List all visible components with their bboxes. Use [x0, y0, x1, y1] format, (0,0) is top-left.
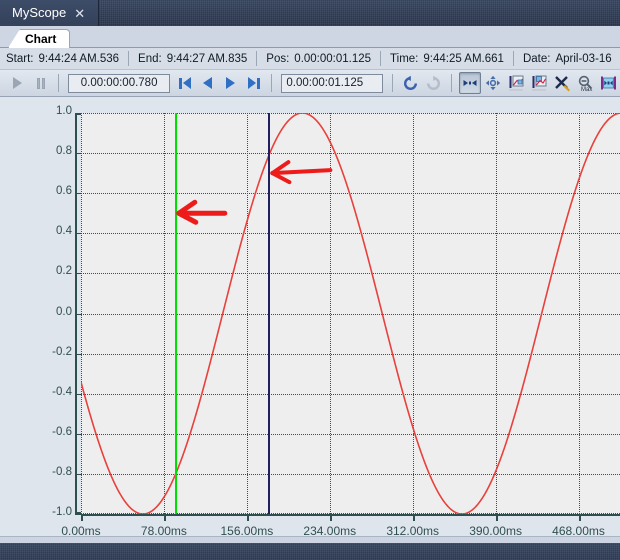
- x-tick: [495, 514, 498, 521]
- status-divider: [256, 51, 258, 66]
- tab-chart[interactable]: Chart: [8, 29, 71, 48]
- status-pos-label: Pos:: [266, 52, 290, 65]
- status-pos-value: 0.00:00:01.125: [294, 52, 372, 65]
- redo-button[interactable]: [423, 72, 444, 94]
- zoom-max-button[interactable]: Max: [575, 72, 596, 94]
- y-tick-label: -0.6: [52, 425, 72, 438]
- pan-all-directions-icon: [485, 75, 501, 91]
- status-time-label: Time:: [390, 52, 419, 65]
- skip-to-end-button[interactable]: [243, 72, 264, 94]
- status-pos: Pos: 0.00:00:01.125: [266, 53, 371, 65]
- pause-button[interactable]: [30, 72, 51, 94]
- skip-to-start-icon: [178, 77, 191, 89]
- undo-button[interactable]: [400, 72, 421, 94]
- y-tick-label: -0.4: [52, 385, 72, 398]
- toolbar-divider: [451, 74, 453, 92]
- status-start-label: Start:: [6, 52, 34, 65]
- step-forward-button[interactable]: [220, 72, 241, 94]
- toolbar-divider: [271, 74, 273, 92]
- window-tab-label: MyScope: [12, 5, 67, 20]
- y-tick-label: 0.4: [56, 225, 72, 238]
- undo-icon: [404, 75, 418, 90]
- close-icon[interactable]: ✕: [73, 7, 86, 20]
- signal-path: [81, 113, 620, 514]
- play-button[interactable]: [7, 72, 28, 94]
- left-cursor[interactable]: [174, 113, 177, 514]
- x-tick: [412, 514, 415, 521]
- zoom-to-right-cursor-button[interactable]: [529, 72, 550, 94]
- toolbar-divider: [58, 74, 60, 92]
- plot-area[interactable]: [81, 113, 620, 514]
- y-tick-label: 0.6: [56, 185, 72, 198]
- clear-cursors-icon: [554, 75, 570, 91]
- tab-strip: Chart: [0, 26, 620, 48]
- x-tick: [578, 514, 581, 521]
- y-tick-label: -1.0: [52, 506, 72, 518]
- zoom-to-right-cursor-icon: [531, 75, 547, 91]
- zoom-max-icon: Max: [578, 75, 592, 92]
- chart-panel[interactable]: 1.0 0.8 0.6 0.4 0.2 0.0 -0.2 -0.4 -0.6 -0.8 -1.0 0…: [0, 97, 620, 552]
- status-date: Date: April-03-16: [523, 53, 612, 65]
- skip-to-start-button[interactable]: [174, 72, 195, 94]
- status-start-value: 9:44:24 AM.536: [38, 52, 120, 65]
- right-cursor[interactable]: [268, 113, 271, 514]
- y-tick-label: 0.2: [56, 265, 72, 278]
- status-date-label: Date:: [522, 52, 551, 65]
- status-start: Start: 9:44:24 AM.536: [6, 53, 119, 65]
- status-date-value: April-03-16: [555, 52, 612, 65]
- play-icon: [13, 77, 23, 89]
- toolbar: 0.00:00:00.780 0.00:00:01.125 Max: [0, 70, 620, 97]
- status-divider: [380, 51, 382, 66]
- status-time: Time: 9:44:25 AM.661: [390, 53, 504, 65]
- scope-window: MyScope ✕ Chart Start: 9:44:24 AM.536 En…: [0, 0, 620, 560]
- x-tick: [329, 514, 332, 521]
- x-tick: [81, 514, 83, 521]
- pan-horizontal-icon: [463, 80, 477, 86]
- bottom-strip: [0, 536, 620, 543]
- position-field[interactable]: 0.00:00:01.125: [281, 73, 384, 93]
- step-forward-icon: [226, 77, 236, 89]
- zoom-to-left-cursor-button[interactable]: [506, 72, 527, 94]
- window-tab-myscope[interactable]: MyScope ✕: [0, 0, 100, 26]
- pause-icon: [36, 77, 45, 89]
- y-tick-label: 1.0: [56, 105, 72, 117]
- x-tick: [246, 514, 249, 521]
- pan-all-directions-button[interactable]: [483, 72, 504, 94]
- zoom-to-left-cursor-icon: [508, 75, 524, 91]
- y-tick-label: -0.2: [52, 345, 72, 358]
- status-divider: [128, 51, 130, 66]
- status-end-label: End:: [138, 52, 162, 65]
- signal-trace: [81, 113, 620, 514]
- pan-horizontal-button[interactable]: [459, 72, 481, 94]
- clear-cursors-button[interactable]: [552, 72, 573, 94]
- y-tick-label: -0.8: [52, 465, 72, 478]
- status-time-value: 9:44:25 AM.661: [423, 52, 504, 65]
- toolbar-divider: [392, 74, 394, 92]
- y-tick-label: 0.8: [56, 145, 72, 158]
- x-tick: [163, 514, 166, 521]
- interval-field[interactable]: 0.00:00:00.780: [68, 73, 171, 93]
- skip-to-end-icon: [247, 77, 260, 89]
- step-back-icon: [203, 77, 213, 89]
- step-back-button[interactable]: [197, 72, 218, 94]
- window-title-bar: MyScope ✕: [0, 0, 620, 26]
- y-tick-label: 0.0: [56, 305, 72, 318]
- status-end: End: 9:44:27 AM.835: [138, 53, 247, 65]
- svg-text:Max: Max: [581, 87, 592, 92]
- fit-between-cursors-button[interactable]: [598, 72, 619, 94]
- fit-between-cursors-icon: [600, 76, 616, 89]
- status-bar: Start: 9:44:24 AM.536 End: 9:44:27 AM.83…: [0, 48, 620, 70]
- status-divider: [512, 51, 514, 66]
- bottom-window-bar: [0, 543, 620, 560]
- status-end-value: 9:44:27 AM.835: [166, 52, 248, 65]
- x-axis: [81, 514, 620, 521]
- redo-icon: [427, 75, 441, 90]
